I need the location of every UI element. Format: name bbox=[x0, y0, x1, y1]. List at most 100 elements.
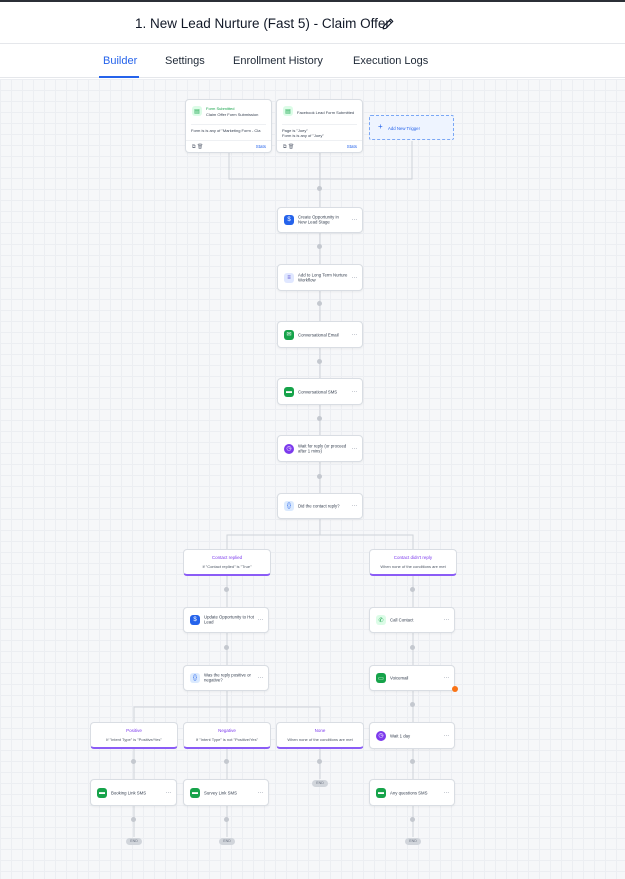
add-step-dot[interactable] bbox=[410, 702, 415, 707]
plus-icon: + bbox=[378, 122, 383, 131]
action-update-opportunity[interactable]: $ Update Opportunity to Hot Lead ··· bbox=[183, 607, 269, 633]
action-if-else-positive[interactable]: {} Was the reply positive or negative? ·… bbox=[183, 665, 269, 691]
add-step-dot[interactable] bbox=[317, 474, 322, 479]
add-step-dot[interactable] bbox=[410, 587, 415, 592]
action-label: Wait 1 day bbox=[390, 732, 411, 738]
action-label: Add to Long Term Nurture Workflow bbox=[298, 272, 348, 283]
branch-none[interactable]: None When none of the conditions are met bbox=[276, 722, 364, 749]
action-wait-for-reply[interactable]: ◷ Wait for reply (or proceed after 1 min… bbox=[277, 435, 363, 462]
workflow-icon: ≡ bbox=[284, 272, 294, 283]
sms-icon: ▬ bbox=[97, 787, 107, 798]
trigger-name: Facebook Lead Form Submitted bbox=[297, 110, 355, 115]
action-create-opportunity[interactable]: $ Create Opportunity in New Lead Stage ·… bbox=[277, 207, 363, 233]
trigger-card-form-submitted[interactable]: ▤ Form Submitted Claim Offer Form Submis… bbox=[185, 99, 272, 153]
more-options-icon[interactable]: ··· bbox=[352, 331, 358, 338]
action-add-to-workflow[interactable]: ≡ Add to Long Term Nurture Workflow ··· bbox=[277, 264, 363, 291]
action-label: Conversational SMS bbox=[298, 388, 338, 394]
clock-icon: ◷ bbox=[284, 443, 294, 454]
more-options-icon[interactable]: ··· bbox=[444, 732, 450, 739]
action-conversational-email[interactable]: ✉ Conversational Email ··· bbox=[277, 321, 363, 348]
tab-enrollment-history[interactable]: Enrollment History bbox=[233, 55, 323, 67]
action-label: Voicemail bbox=[390, 675, 409, 681]
add-step-dot[interactable] bbox=[317, 416, 322, 421]
braces-icon: {} bbox=[284, 501, 294, 511]
stats-link[interactable]: Stats bbox=[256, 144, 266, 149]
add-step-dot[interactable] bbox=[224, 759, 229, 764]
branch-title: Negative bbox=[218, 728, 236, 733]
add-step-dot[interactable] bbox=[317, 359, 322, 364]
opportunity-icon: $ bbox=[284, 215, 294, 225]
branch-condition: When none of the conditions are met bbox=[287, 737, 353, 742]
active-tab-indicator bbox=[99, 76, 139, 78]
more-options-icon[interactable]: ··· bbox=[352, 274, 358, 281]
pencil-edit-icon[interactable] bbox=[381, 17, 395, 31]
branch-contact-didnt-reply[interactable]: Contact didn't reply When none of the co… bbox=[369, 549, 457, 576]
branch-condition: If "Contact replied" is "True" bbox=[202, 564, 252, 569]
action-label: Survey Link SMS bbox=[204, 789, 237, 795]
more-options-icon[interactable]: ··· bbox=[352, 217, 358, 224]
action-any-questions-sms[interactable]: ▬ Any questions SMS ··· bbox=[369, 779, 455, 806]
copy-delete-icons[interactable]: ⧉ 🗑 bbox=[283, 144, 294, 150]
trigger-footer: ⧉ 🗑 Stats bbox=[277, 140, 362, 152]
branch-positive[interactable]: Positive If "Intent Type" is "Positive/Y… bbox=[90, 722, 178, 749]
connection-handle-dot[interactable] bbox=[452, 686, 458, 692]
action-call-contact[interactable]: ✆ Call Contact ··· bbox=[369, 607, 455, 633]
branch-title: Contact didn't reply bbox=[393, 555, 433, 560]
sms-icon: ▬ bbox=[190, 787, 200, 798]
add-step-dot[interactable] bbox=[224, 645, 229, 650]
more-options-icon[interactable]: ··· bbox=[258, 617, 264, 624]
branch-negative[interactable]: Negative If "Intent Type" is not "Positi… bbox=[183, 722, 271, 749]
add-new-trigger-button[interactable]: + Add New Trigger bbox=[369, 115, 454, 140]
copy-delete-icons[interactable]: ⧉ 🗑 bbox=[192, 144, 203, 150]
tab-execution-logs[interactable]: Execution Logs bbox=[353, 55, 428, 67]
more-options-icon[interactable]: ··· bbox=[352, 503, 358, 510]
trigger-type: Form Submitted bbox=[206, 106, 235, 111]
action-survey-link-sms[interactable]: ▬ Survey Link SMS ··· bbox=[183, 779, 269, 806]
branch-condition: If "Intent Type" is not "Positive/Yes" bbox=[195, 737, 259, 742]
more-options-icon[interactable]: ··· bbox=[352, 388, 358, 395]
branch-contact-replied[interactable]: Contact replied If "Contact replied" is … bbox=[183, 549, 271, 576]
phone-icon: ✆ bbox=[376, 615, 386, 625]
trigger-filter: Form is is any of "Marketing Form - Cla bbox=[191, 124, 266, 133]
add-step-dot[interactable] bbox=[410, 817, 415, 822]
action-label: Booking Link SMS bbox=[111, 789, 147, 795]
add-step-dot[interactable] bbox=[224, 817, 229, 822]
more-options-icon[interactable]: ··· bbox=[258, 675, 264, 682]
more-options-icon[interactable]: ··· bbox=[258, 789, 264, 796]
stats-link[interactable]: Stats bbox=[347, 144, 357, 149]
braces-icon: {} bbox=[190, 673, 200, 683]
add-step-dot[interactable] bbox=[317, 186, 322, 191]
trigger-footer: ⧉ 🗑 Stats bbox=[186, 140, 271, 152]
add-step-dot[interactable] bbox=[317, 244, 322, 249]
more-options-icon[interactable]: ··· bbox=[444, 675, 450, 682]
voicemail-icon: ▭ bbox=[376, 673, 386, 683]
add-step-dot[interactable] bbox=[131, 759, 136, 764]
trigger-card-facebook-lead[interactable]: ▤ Facebook Lead Form Submitted Page is "… bbox=[276, 99, 363, 153]
action-label: Any questions SMS bbox=[390, 789, 428, 795]
add-step-dot[interactable] bbox=[410, 645, 415, 650]
add-step-dot[interactable] bbox=[317, 759, 322, 764]
add-step-dot[interactable] bbox=[410, 759, 415, 764]
trigger-name: Claim Offer Form Submission bbox=[206, 112, 259, 117]
action-label: Wait for reply (or proceed after 1 mins) bbox=[298, 443, 347, 454]
action-conversational-sms[interactable]: ▬ Conversational SMS ··· bbox=[277, 378, 363, 405]
tab-settings[interactable]: Settings bbox=[165, 55, 205, 67]
action-label: Call Contact bbox=[390, 617, 414, 623]
form-icon: ▤ bbox=[283, 106, 293, 116]
tab-builder[interactable]: Builder bbox=[103, 55, 137, 67]
action-voicemail[interactable]: ▭ Voicemail ··· bbox=[369, 665, 455, 691]
more-options-icon[interactable]: ··· bbox=[352, 445, 358, 452]
add-step-dot[interactable] bbox=[131, 817, 136, 822]
branch-title: Contact replied bbox=[211, 555, 243, 560]
action-booking-link-sms[interactable]: ▬ Booking Link SMS ··· bbox=[90, 779, 177, 806]
add-step-dot[interactable] bbox=[224, 587, 229, 592]
more-options-icon[interactable]: ··· bbox=[444, 617, 450, 624]
action-label: Conversational Email bbox=[298, 331, 339, 337]
workflow-canvas[interactable]: ▤ Form Submitted Claim Offer Form Submis… bbox=[0, 79, 625, 879]
action-if-else-replied[interactable]: {} Did the contact reply? ··· bbox=[277, 493, 363, 519]
add-step-dot[interactable] bbox=[317, 301, 322, 306]
action-wait-1-day[interactable]: ◷ Wait 1 day ··· bbox=[369, 722, 455, 749]
branch-title: None bbox=[314, 728, 326, 733]
more-options-icon[interactable]: ··· bbox=[444, 789, 450, 796]
more-options-icon[interactable]: ··· bbox=[166, 789, 172, 796]
